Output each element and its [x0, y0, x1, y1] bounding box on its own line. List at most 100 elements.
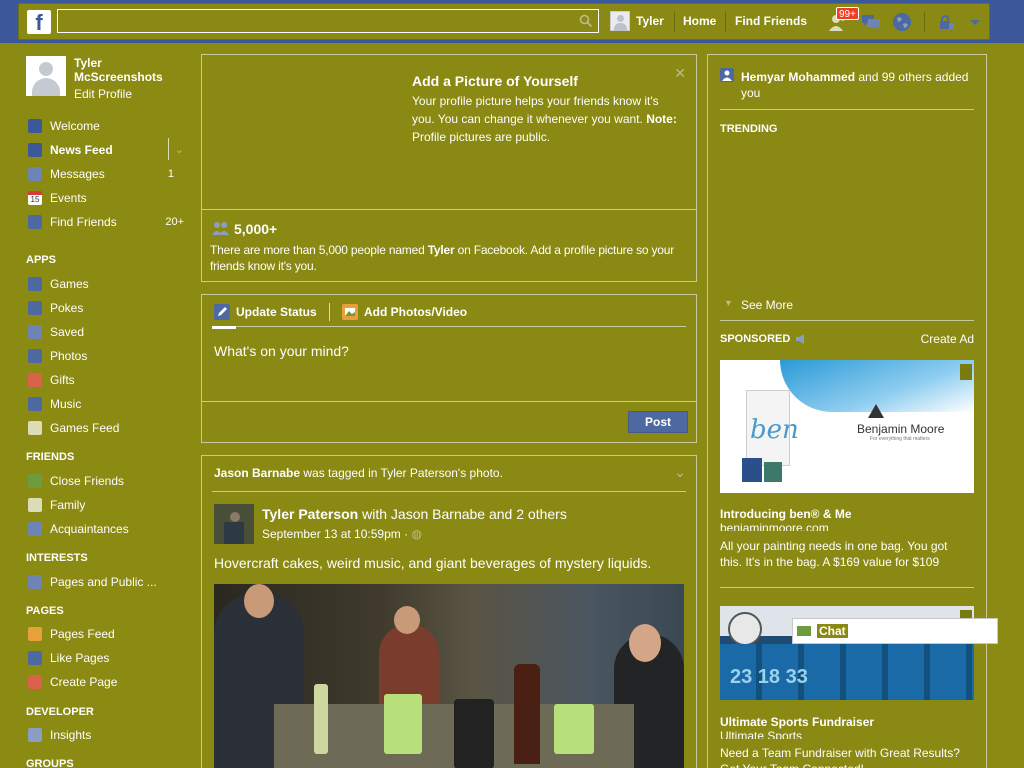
facebook-icon: [28, 119, 42, 133]
user-avatar[interactable]: [610, 11, 630, 31]
nav-item-welcome[interactable]: Welcome: [26, 118, 186, 136]
divider: [674, 12, 675, 32]
chevron-down-icon[interactable]: [963, 10, 987, 34]
megaphone-icon: [796, 334, 804, 344]
ad-title[interactable]: Introducing ben® & Me: [720, 507, 852, 521]
pokes-icon: [28, 301, 42, 315]
create-page-icon: [28, 675, 42, 689]
nav-item-label: Pages Feed: [50, 627, 115, 641]
privacy-lock-icon[interactable]: [935, 10, 959, 34]
ben-logo: ben: [750, 415, 799, 445]
profile-picture[interactable]: [26, 56, 66, 96]
nav-item-events[interactable]: 15 Events: [26, 190, 186, 208]
nav-item-games[interactable]: Games: [26, 276, 186, 294]
tab-update-status[interactable]: Update Status: [236, 305, 317, 319]
nav-item-insights[interactable]: Insights: [26, 727, 186, 745]
chat-icon: [797, 626, 811, 636]
ad-close-tab[interactable]: [960, 364, 972, 380]
nav-item-messages[interactable]: Messages 1: [26, 166, 186, 184]
nav-item-gifts[interactable]: Gifts: [26, 372, 186, 390]
search-input[interactable]: [58, 10, 598, 32]
facebook-logo-icon[interactable]: f: [27, 10, 51, 35]
games-icon: [28, 277, 42, 291]
search-box[interactable]: [57, 9, 599, 33]
nav-item-music[interactable]: Music: [26, 396, 186, 414]
insights-icon: [28, 728, 42, 742]
prompt-text: Your profile picture helps your friends …: [412, 92, 682, 146]
ad-brand: Benjamin Moore: [857, 422, 945, 436]
prompt-note-label: Note:: [646, 112, 677, 126]
find-friends-icon: [28, 215, 42, 229]
saved-icon: [28, 325, 42, 339]
interests-header: INTERESTS: [26, 552, 88, 564]
ad-domain[interactable]: Ultimate Sports: [720, 729, 802, 739]
story-header-actor[interactable]: Jason Barnabe: [214, 466, 300, 480]
nav-item-games-feed[interactable]: Games Feed: [26, 420, 186, 438]
nav-item-family[interactable]: Family: [26, 497, 186, 515]
calendar-icon: 15: [28, 191, 42, 205]
nav-item-saved[interactable]: Saved: [26, 324, 186, 342]
nav-item-label: Games: [50, 277, 89, 291]
profile-link[interactable]: Tyler: [636, 14, 664, 28]
nav-item-like-pages[interactable]: Like Pages: [26, 650, 186, 668]
pages-feed-icon: [28, 627, 42, 641]
find-friends-link[interactable]: Find Friends: [735, 14, 807, 28]
story-timestamp-line: September 13 at 10:59pm · ◍: [262, 527, 422, 541]
chevron-down-icon[interactable]: ⌄: [175, 142, 184, 158]
story-timestamp[interactable]: September 13 at 10:59pm: [262, 527, 401, 541]
post-button[interactable]: Post: [628, 411, 688, 433]
divider: [924, 12, 925, 32]
status-input[interactable]: What's on your mind?: [214, 343, 349, 359]
nav-item-close-friends[interactable]: Close Friends: [26, 473, 186, 491]
profile-picture-prompt: Add a Picture of Yourself Your profile p…: [201, 54, 697, 282]
prompt-note: Profile pictures are public.: [412, 130, 551, 144]
close-icon[interactable]: ✕: [674, 65, 686, 82]
author-avatar[interactable]: [214, 504, 254, 544]
people-count-text: There are more than 5,000 people named T…: [210, 242, 680, 274]
nav-item-label: Like Pages: [50, 651, 110, 665]
chevron-down-icon[interactable]: ▼: [724, 298, 733, 308]
divider: [720, 320, 974, 321]
edit-profile-link[interactable]: Edit Profile: [74, 87, 132, 101]
nav-item-pages-public[interactable]: Pages and Public ...: [26, 574, 186, 592]
developer-header: DEVELOPER: [26, 706, 94, 718]
close-friends-icon: [28, 474, 42, 488]
nav-item-create-page[interactable]: Create Page: [26, 674, 186, 692]
nav-item-pages-feed[interactable]: Pages Feed: [26, 626, 186, 644]
divider: [720, 109, 974, 110]
home-link[interactable]: Home: [683, 14, 716, 28]
nav-item-acquaintances[interactable]: Acquaintances: [26, 521, 186, 539]
ad-title[interactable]: Ultimate Sports Fundraiser: [720, 715, 874, 729]
ad-image-benjamin-moore[interactable]: ben Benjamin Moore For everything that m…: [720, 360, 974, 493]
nav-item-label: Pokes: [50, 301, 84, 315]
nav-item-news-feed[interactable]: News Feed ⌄: [26, 138, 186, 160]
nav-item-find-friends[interactable]: Find Friends 20+: [26, 214, 186, 232]
messages-icon[interactable]: [859, 10, 883, 34]
audience-globe-icon[interactable]: ◍: [411, 527, 421, 541]
chevron-down-icon[interactable]: ⌄: [674, 464, 686, 481]
search-icon[interactable]: [579, 14, 593, 28]
story-photo[interactable]: [214, 584, 684, 768]
create-ad-link[interactable]: Create Ad: [921, 332, 974, 346]
divider: [329, 303, 330, 321]
ad-domain[interactable]: benjaminmoore.com: [720, 521, 829, 531]
chat-tab[interactable]: Chat: [792, 618, 998, 644]
trending-header: TRENDING: [720, 123, 778, 135]
ticker-name[interactable]: Hemyar Mohammed: [741, 70, 855, 84]
nav-item-label: Family: [50, 498, 86, 512]
story-author[interactable]: Tyler Paterson: [262, 506, 358, 522]
nav-item-label: Create Page: [50, 675, 118, 689]
notifications-globe-icon[interactable]: [890, 10, 914, 34]
chat-label: Chat: [817, 624, 848, 638]
see-more-link[interactable]: See More: [741, 298, 793, 312]
story-header-text: was tagged in Tyler Paterson's photo.: [300, 466, 503, 480]
ticker-item[interactable]: Hemyar Mohammed and 99 others added you: [741, 69, 981, 101]
tab-add-photos[interactable]: Add Photos/Video: [364, 305, 467, 319]
nav-item-pokes[interactable]: Pokes: [26, 300, 186, 318]
friends-header: FRIENDS: [26, 451, 75, 463]
story-author-line: Tyler Paterson with Jason Barnabe and 2 …: [262, 506, 567, 522]
story-message: Hovercraft cakes, weird music, and giant…: [214, 555, 652, 571]
nav-item-photos[interactable]: Photos: [26, 348, 186, 366]
profile-name-link[interactable]: Tyler McScreenshots: [74, 56, 184, 84]
right-sidebar: Hemyar Mohammed and 99 others added you …: [707, 54, 987, 768]
